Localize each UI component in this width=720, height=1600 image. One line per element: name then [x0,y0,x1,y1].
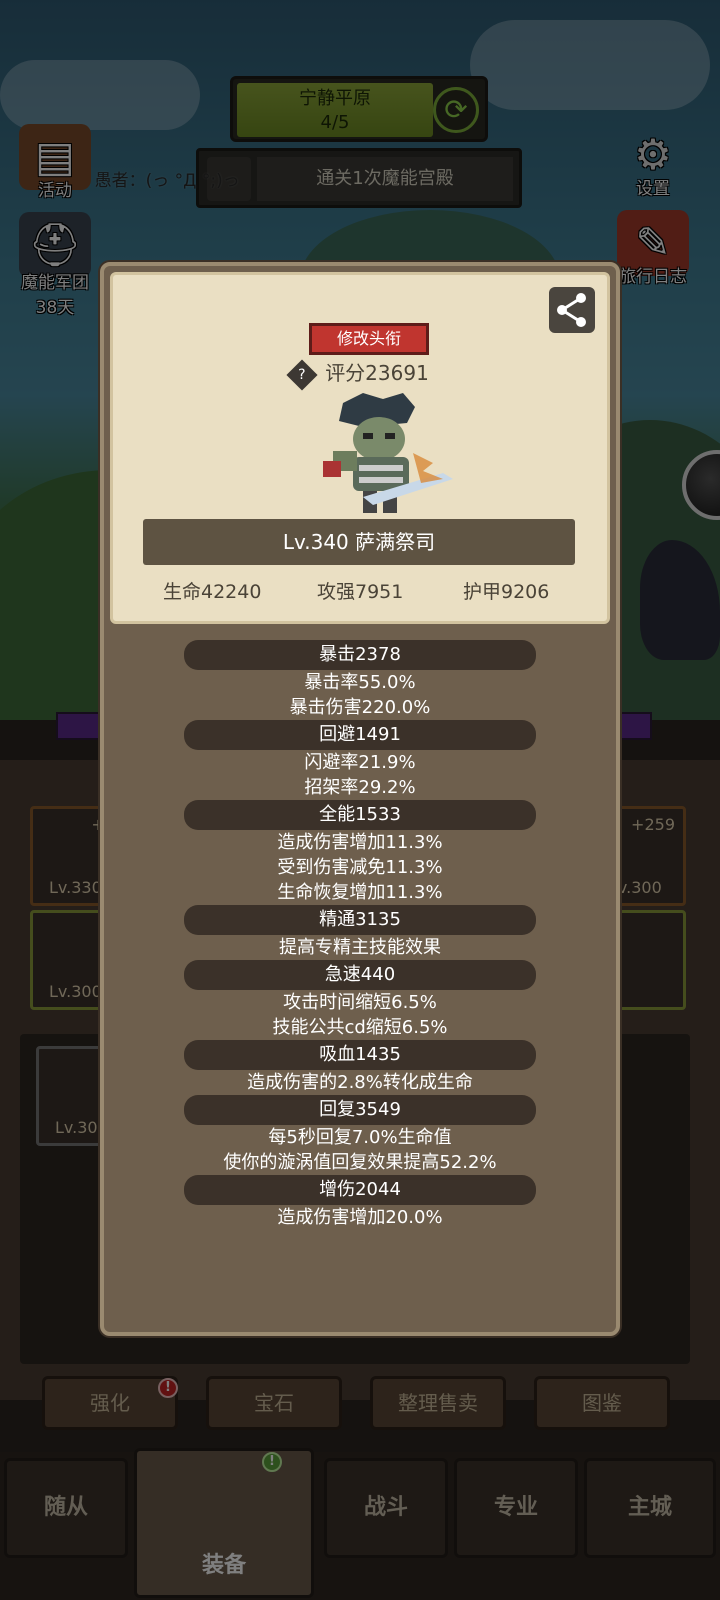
attribute-header: 精通3135 [184,905,536,935]
share-icon [557,293,586,327]
attribute-list: 暴击2378 暴击率55.0% 暴击伤害220.0% 回避1491 闪避率21.9% 招架… [104,640,616,1230]
attribute-detail: 使你的漩涡值回复效果提高52.2% [223,1152,497,1173]
hero-name: Lv.340 萨满祭司 [143,519,575,565]
attribute-detail: 技能公共cd缩短6.5% [272,1017,448,1038]
score-value: 评分23691 [325,361,429,385]
hero-summary-card: 修改头衔 ? 评分23691 Lv.340 萨满祭司 生命42240 攻强795… [110,272,610,624]
attribute-header: 回避1491 [184,720,536,750]
attribute-detail: 暴击伤害220.0% [289,697,431,718]
hero-stats-panel: 修改头衔 ? 评分23691 Lv.340 萨满祭司 生命42240 攻强795… [100,262,620,1336]
attack-stat: 攻强7951 [317,581,404,603]
attribute-header: 吸血1435 [184,1040,536,1070]
attribute-detail: 闪避率21.9% [304,752,416,773]
attribute-detail: 生命恢复增加11.3% [277,882,443,903]
attribute-detail: 暴击率55.0% [304,672,416,693]
share-button[interactable] [549,287,595,333]
attribute-header: 暴击2378 [184,640,536,670]
modify-title-button[interactable]: 修改头衔 [309,323,429,355]
hero-portrait [303,393,463,523]
attribute-detail: 造成伤害的2.8%转化成生命 [247,1072,473,1093]
question-icon[interactable]: ? [286,358,318,391]
attribute-detail: 受到伤害减免11.3% [277,857,443,878]
main-stats: 生命42240 攻强7951 护甲9206 [113,577,607,609]
attribute-detail: 提高专精主技能效果 [279,937,441,958]
attribute-detail: 造成伤害增加20.0% [277,1207,443,1228]
attribute-header: 急速440 [184,960,536,990]
attribute-header: 全能1533 [184,800,536,830]
attribute-detail: 每5秒回复7.0%生命值 [268,1127,452,1148]
attribute-detail: 造成伤害增加11.3% [277,832,443,853]
attribute-header: 回复3549 [184,1095,536,1125]
attribute-detail: 攻击时间缩短6.5% [283,992,437,1013]
hp-stat: 生命42240 [163,581,262,603]
score-row: ? 评分23691 [113,358,607,391]
attribute-detail: 招架率29.2% [304,777,416,798]
armor-stat: 护甲9206 [463,581,550,603]
attribute-header: 增伤2044 [184,1175,536,1205]
